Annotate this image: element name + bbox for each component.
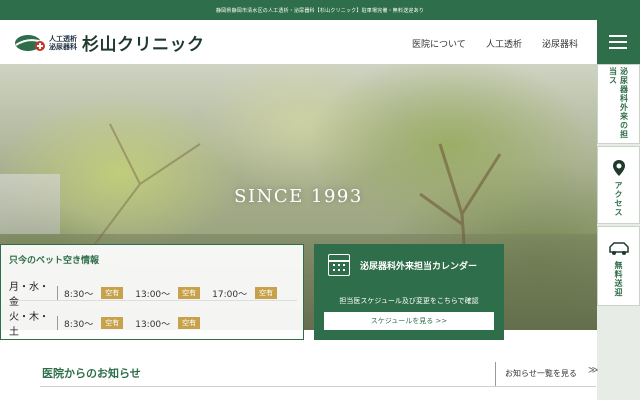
location-pin-icon [612, 160, 625, 176]
hero-tagline: SINCE 1993 [234, 186, 363, 207]
logo-mark-icon [14, 33, 46, 53]
bed-status-badge: 空有 [255, 287, 278, 299]
news-list-link[interactable]: お知らせ一覧を見る [505, 368, 577, 379]
clinic-logo[interactable]: 人工透析 泌尿器科 杉山クリニック [14, 30, 205, 55]
side-schedule-label: 泌尿器科外来の担当ス [608, 67, 629, 139]
nav-dialysis[interactable]: 人工透析 [486, 37, 522, 50]
calendar-subtitle: 担当医スケジュール及び変更をこちらで確認 [339, 297, 479, 305]
logo-line2: 泌尿器科 [49, 42, 77, 51]
logo-line1: 人工透析 [49, 34, 77, 43]
bed-status-badge: 空有 [178, 317, 201, 329]
bed-row-tue-thu-sat: 火・木・土 8:30〜 空有 13:00〜 空有 [9, 308, 212, 338]
side-access-link[interactable]: アクセス [597, 146, 640, 224]
bed-day: 火・木・土 [9, 312, 49, 338]
calendar-title: 泌尿器科外来担当カレンダー [360, 262, 478, 272]
bed-panel-title: 只今のベット空き情報 [9, 256, 100, 266]
side-access-label: アクセス [614, 181, 623, 217]
logo-name: 杉山クリニック [82, 35, 205, 55]
menu-line-icon [609, 47, 627, 49]
double-chevron-icon[interactable]: ≫ [588, 365, 598, 376]
nav-about[interactable]: 医院について [412, 37, 466, 50]
bed-availability-panel: 只今のベット空き情報 月・水・金 8:30〜 空有 13:00〜 空有 17:0… [0, 244, 304, 340]
side-shuttle-label: 無料送迎 [614, 261, 623, 297]
bed-row-mon-wed-fri: 月・水・金 8:30〜 空有 13:00〜 空有 17:00〜 空有 [9, 278, 289, 308]
top-banner: 静岡県静岡市清水区の人工透析・泌尿器科【杉山クリニック】駐車場完備・無料送迎あり [0, 0, 640, 20]
side-shuttle-link[interactable]: 無料送迎 [597, 226, 640, 306]
calendar-icon [328, 254, 350, 276]
bed-time: 8:30〜 [64, 319, 94, 330]
divider [40, 386, 596, 387]
bed-status-badge: 空有 [178, 287, 201, 299]
bed-time: 13:00〜 [135, 319, 171, 330]
bed-day: 月・水・金 [9, 282, 49, 308]
bed-time: 17:00〜 [212, 289, 248, 300]
site-header: 人工透析 泌尿器科 杉山クリニック 医院について 人工透析 泌尿器科 [0, 20, 640, 64]
hamburger-menu-button[interactable] [597, 20, 640, 64]
bed-status-badge: 空有 [101, 287, 124, 299]
bed-time: 13:00〜 [135, 289, 171, 300]
menu-line-icon [609, 35, 627, 37]
bed-time: 8:30〜 [64, 289, 94, 300]
view-schedule-button[interactable]: スケジュールを見る >> [324, 312, 494, 330]
urology-calendar-panel: 泌尿器科外来担当カレンダー 担当医スケジュール及び変更をこちらで確認 スケジュー… [314, 244, 504, 340]
side-schedule-link[interactable]: 泌尿器科外来の担当ス [597, 64, 640, 144]
news-section: 医院からのお知らせ お知らせ一覧を見る ≫ [0, 340, 598, 400]
news-title: 医院からのお知らせ [42, 367, 141, 380]
car-icon [608, 242, 629, 255]
nav-urology[interactable]: 泌尿器科 [542, 37, 578, 50]
menu-line-icon [609, 41, 627, 43]
bed-status-badge: 空有 [101, 317, 124, 329]
